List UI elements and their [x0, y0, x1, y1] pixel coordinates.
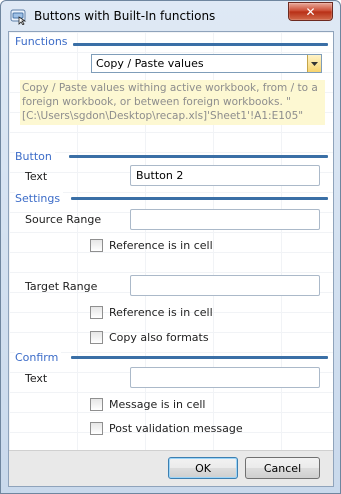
dialog-footer: OK Cancel: [9, 450, 333, 486]
functions-section-line: [73, 43, 328, 46]
source-reference-in-cell-checkbox[interactable]: Reference is in cell: [90, 239, 213, 252]
ok-button[interactable]: OK: [168, 457, 238, 479]
dialog-window: Buttons with Built-In functions ✕ Functi…: [0, 0, 341, 494]
close-button[interactable]: ✕: [288, 2, 333, 21]
function-description: Copy / Paste values withing active workb…: [20, 80, 325, 125]
checkbox-box[interactable]: [90, 422, 103, 435]
cancel-button[interactable]: Cancel: [245, 457, 320, 479]
close-icon: ✕: [305, 4, 316, 19]
app-icon: [10, 8, 27, 26]
dialog-client-area: Functions Copy / Paste values Copy / Pas…: [8, 31, 334, 487]
confirm-section-line: [71, 356, 328, 359]
button-section-label: Button: [15, 150, 55, 163]
button-text-input[interactable]: Button 2: [130, 165, 320, 186]
source-range-input[interactable]: [130, 209, 320, 230]
chevron-down-icon[interactable]: [307, 55, 321, 72]
function-select[interactable]: Copy / Paste values: [91, 54, 322, 73]
target-range-input[interactable]: [130, 275, 320, 296]
target-reference-in-cell-label: Reference is in cell: [109, 306, 213, 319]
confirm-text-input[interactable]: [130, 367, 320, 388]
functions-section-label: Functions: [15, 35, 71, 48]
button-section-line: [69, 155, 328, 158]
confirm-section-label: Confirm: [15, 351, 62, 364]
function-select-value: Copy / Paste values: [96, 57, 204, 70]
copy-formats-label: Copy also formats: [109, 331, 209, 344]
settings-section-line: [71, 197, 328, 200]
message-in-cell-label: Message is in cell: [109, 398, 206, 411]
checkbox-box[interactable]: [90, 306, 103, 319]
copy-formats-checkbox[interactable]: Copy also formats: [90, 331, 209, 344]
message-in-cell-checkbox[interactable]: Message is in cell: [90, 398, 205, 411]
source-range-label: Source Range: [25, 213, 102, 226]
source-reference-in-cell-label: Reference is in cell: [109, 239, 213, 252]
window-title: Buttons with Built-In functions: [34, 9, 216, 23]
post-validation-message-checkbox[interactable]: Post validation message: [90, 422, 243, 435]
target-reference-in-cell-checkbox[interactable]: Reference is in cell: [90, 306, 213, 319]
target-range-label: Target Range: [25, 280, 98, 293]
checkbox-box[interactable]: [90, 398, 103, 411]
checkbox-box[interactable]: [90, 239, 103, 252]
title-bar[interactable]: Buttons with Built-In functions ✕: [1, 1, 340, 31]
checkbox-box[interactable]: [90, 331, 103, 344]
post-validation-message-label: Post validation message: [109, 422, 243, 435]
button-text-label: Text: [25, 170, 48, 183]
confirm-text-label: Text: [25, 372, 48, 385]
settings-section-label: Settings: [15, 192, 64, 205]
